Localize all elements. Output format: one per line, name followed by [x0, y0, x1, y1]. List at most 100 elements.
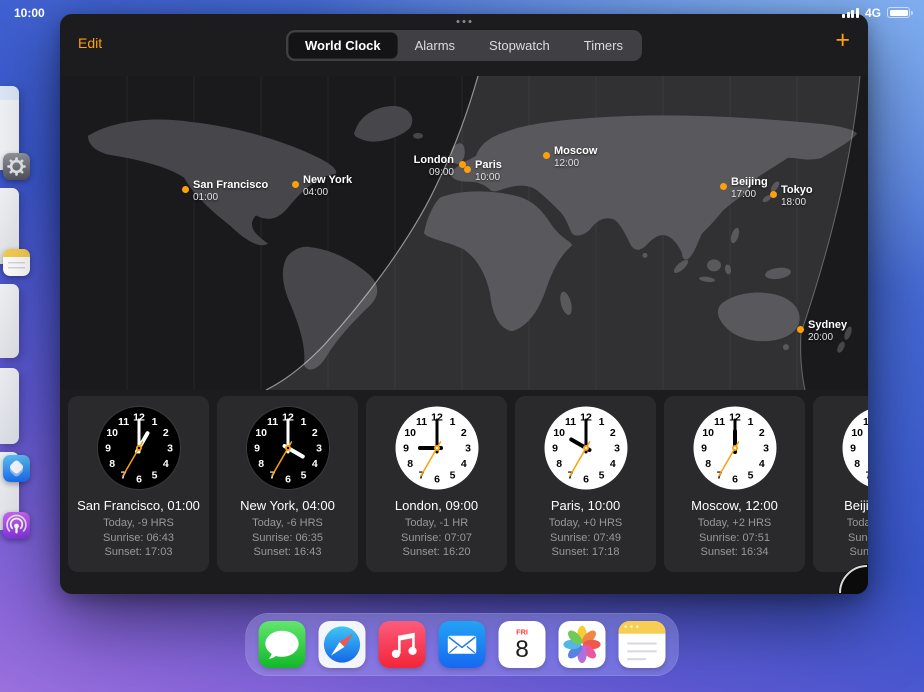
analog-clock-face: 123456789101112	[394, 405, 480, 491]
messages-icon	[259, 621, 306, 668]
marker-city-label: Moscow	[554, 145, 597, 157]
city-dot-icon	[543, 152, 550, 159]
battery-icon	[887, 7, 910, 18]
analog-clock: 123456789101112	[841, 405, 869, 491]
world-clock-card[interactable]: 123456789101112New York, 04:00Today, -6 …	[217, 396, 358, 572]
svg-text:8: 8	[705, 458, 711, 470]
analog-clock: 123456789101112	[96, 405, 182, 491]
marker-time-label: 17:00	[731, 189, 768, 201]
card-city-time: Paris, 10:00	[551, 498, 620, 513]
safari-icon	[319, 621, 366, 668]
dock-icon-photos[interactable]	[559, 621, 606, 668]
world-clock-card[interactable]: 123456789101112London, 09:00Today, -1 HR…	[366, 396, 507, 572]
svg-text:6: 6	[732, 474, 738, 486]
card-sunrise: Sunrise: 07:51	[699, 531, 770, 546]
analog-clock: 123456789101112	[245, 405, 331, 491]
card-city-time: London, 09:00	[395, 498, 478, 513]
window-header: Edit World Clock Alarms Stopwatch Timers…	[60, 14, 868, 76]
card-offset: Today, -1 HR	[405, 516, 468, 531]
svg-text:9: 9	[403, 443, 409, 455]
city-dot-icon	[292, 181, 299, 188]
dock-icon-safari[interactable]	[319, 621, 366, 668]
podcasts-icon	[3, 512, 30, 539]
dock-icon-notes[interactable]	[619, 621, 666, 668]
shortcuts-app-icon[interactable]	[3, 455, 30, 482]
marker-time-label: 20:00	[808, 332, 847, 344]
card-sunrise: Sunrise: 07:07	[401, 531, 472, 546]
tab-timers[interactable]: Timers	[567, 32, 640, 59]
world-clock-card[interactable]: 123456789101112Moscow, 12:00Today, +2 HR…	[664, 396, 805, 572]
card-offset: Today, +0 HRS	[549, 516, 622, 531]
world-clock-card[interactable]: 123456789101112Beijing, 17:00Today, +7 H…	[813, 396, 868, 572]
gear-icon	[3, 153, 30, 180]
network-type-label: 4G	[865, 6, 881, 20]
card-sunset: Sunset: 17:03	[105, 545, 173, 560]
svg-text:1: 1	[449, 416, 455, 428]
marker-time-label: 04:00	[303, 187, 352, 199]
dock-icon-calendar[interactable]: FRI 8	[499, 621, 546, 668]
svg-text:9: 9	[254, 443, 260, 455]
card-sunset: Sunset: 16:20	[403, 545, 471, 560]
app-window-thumbnail[interactable]	[0, 284, 19, 358]
dock-icon-messages[interactable]	[259, 621, 306, 668]
podcasts-app-icon[interactable]	[3, 512, 30, 539]
city-markers-layer: San Francisco01:00New York04:00London09:…	[60, 76, 868, 390]
dock-icon-music[interactable]	[379, 621, 426, 668]
svg-text:10: 10	[404, 427, 416, 439]
card-city-time: Beijing, 17:00	[844, 498, 868, 513]
svg-text:2: 2	[758, 427, 764, 439]
window-resize-handle[interactable]	[838, 564, 868, 594]
svg-text:10: 10	[851, 427, 863, 439]
calendar-icon: FRI 8	[499, 621, 546, 668]
card-city-time: New York, 04:00	[240, 498, 335, 513]
city-dot-icon	[797, 326, 804, 333]
svg-text:8: 8	[109, 458, 115, 470]
status-bar: 10:00 4G	[0, 0, 924, 22]
dock-icon-mail[interactable]	[439, 621, 486, 668]
svg-text:6: 6	[285, 474, 291, 486]
app-window-thumbnail[interactable]	[0, 368, 19, 444]
svg-text:1: 1	[151, 416, 157, 428]
svg-text:11: 11	[862, 416, 868, 428]
tab-alarms[interactable]: Alarms	[398, 32, 472, 59]
svg-text:4: 4	[460, 458, 466, 470]
card-sunset: Sunset: 17:01	[850, 545, 868, 560]
tab-world-clock[interactable]: World Clock	[288, 32, 398, 59]
analog-clock: 123456789101112	[394, 405, 480, 491]
analog-clock-face: 123456789101112	[245, 405, 331, 491]
card-city-time: Moscow, 12:00	[691, 498, 778, 513]
svg-text:3: 3	[763, 443, 769, 455]
svg-text:11: 11	[564, 416, 575, 428]
marker-time-label: 18:00	[781, 197, 813, 209]
card-sunrise: Sunrise: 06:43	[103, 531, 174, 546]
svg-text:4: 4	[609, 458, 615, 470]
marker-city-label: Beijing	[731, 176, 768, 188]
svg-text:8: 8	[854, 458, 860, 470]
marker-city-label: San Francisco	[193, 179, 268, 191]
card-offset: Today, -9 HRS	[103, 516, 174, 531]
analog-clock-face: 123456789101112	[543, 405, 629, 491]
tab-stopwatch[interactable]: Stopwatch	[472, 32, 567, 59]
city-dot-icon	[770, 191, 777, 198]
marker-time-label: 01:00	[193, 192, 268, 204]
svg-text:3: 3	[316, 443, 322, 455]
svg-text:9: 9	[850, 443, 856, 455]
svg-text:10: 10	[255, 427, 267, 439]
svg-text:8: 8	[407, 458, 413, 470]
world-clock-card[interactable]: 123456789101112 Paris, 10:00 Today, +0 HRS…	[515, 396, 656, 572]
svg-text:11: 11	[117, 416, 128, 428]
world-map: San Francisco01:00New York04:00London09:…	[60, 76, 868, 390]
add-city-button[interactable]: +	[835, 28, 850, 53]
card-sunset: Sunset: 17:18	[552, 545, 620, 560]
svg-text:1: 1	[747, 416, 753, 428]
city-dot-icon	[182, 186, 189, 193]
settings-app-icon[interactable]	[3, 153, 30, 180]
notes-icon	[3, 249, 30, 276]
svg-text:9: 9	[552, 443, 558, 455]
notes-app-icon[interactable]	[3, 249, 30, 276]
svg-text:8: 8	[258, 458, 264, 470]
world-clock-card[interactable]: 123456789101112San Francisco, 01:00Today…	[68, 396, 209, 572]
world-clock-cards: 123456789101112San Francisco, 01:00Today…	[60, 396, 868, 572]
svg-text:6: 6	[583, 474, 589, 486]
edit-button[interactable]: Edit	[78, 35, 102, 51]
